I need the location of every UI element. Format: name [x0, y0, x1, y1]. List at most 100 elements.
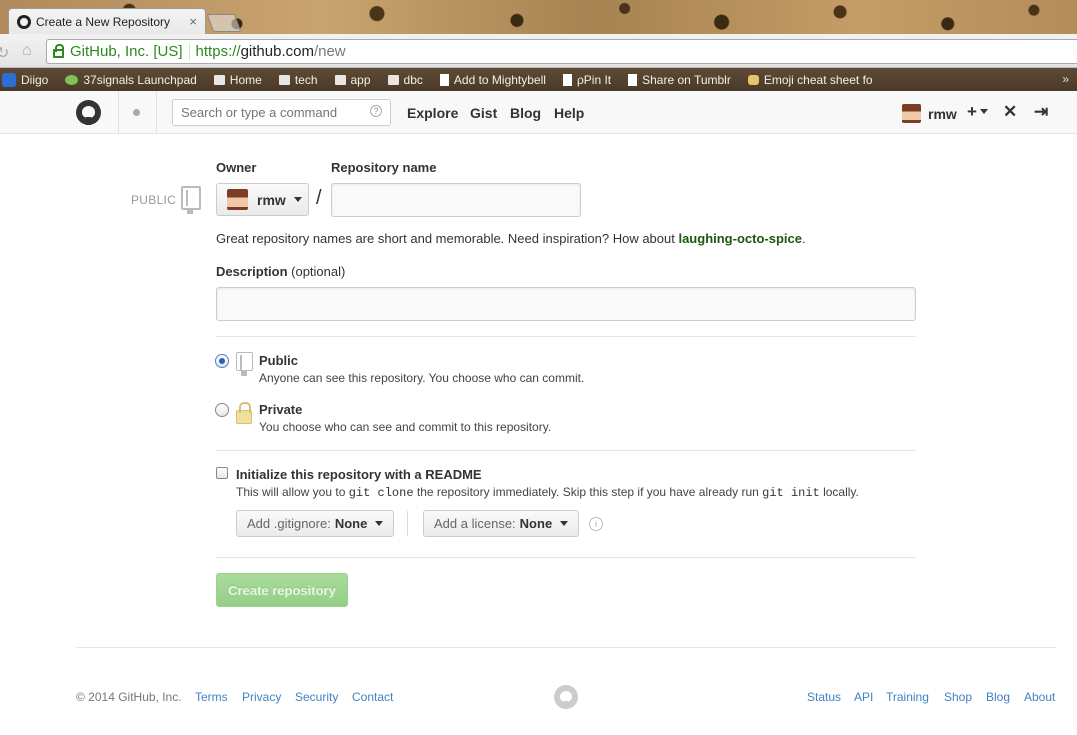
owner-select[interactable]: rmw	[216, 183, 309, 216]
private-option-title[interactable]: Private	[259, 402, 302, 417]
search-input[interactable]	[172, 99, 391, 126]
header-divider	[156, 91, 157, 133]
lock-icon	[236, 402, 252, 424]
browser-toolbar: ↻ ⌂ GitHub, Inc. [US] https://github.com…	[0, 34, 1077, 68]
settings-tools-icon[interactable]: ✕	[1003, 102, 1017, 122]
info-icon[interactable]: i	[589, 517, 603, 531]
bookmark-emoji[interactable]: Emoji cheat sheet fo	[747, 73, 873, 87]
footer-link-about[interactable]: About	[1024, 690, 1055, 704]
notifications-dot-icon[interactable]	[133, 109, 140, 116]
nav-blog[interactable]: Blog	[510, 105, 541, 121]
bookmarks-overflow-icon[interactable]: »	[1062, 72, 1069, 86]
readme-option-title[interactable]: Initialize this repository with a README	[236, 467, 482, 482]
bookmark-tech[interactable]: tech	[278, 73, 318, 87]
sign-out-icon[interactable]: ⇥	[1034, 102, 1048, 122]
readme-checkbox[interactable]	[216, 467, 228, 479]
owner-value: rmw	[257, 191, 286, 208]
folder-icon	[213, 74, 225, 85]
bookmark-pin-it[interactable]: ρPin It	[562, 73, 611, 87]
site-header: ? Explore Gist Blog Help rmw + ✕ ⇥	[0, 91, 1077, 134]
diigo-icon	[2, 72, 16, 87]
ev-org-name: GitHub, Inc. [US]	[70, 43, 183, 60]
visibility-badge: PUBLIC	[131, 193, 177, 207]
private-radio[interactable]	[215, 403, 229, 417]
name-suggestion-hint: Great repository names are short and mem…	[216, 231, 806, 246]
repo-icon	[236, 352, 253, 376]
gitignore-select[interactable]: Add .gitignore: None	[236, 510, 395, 537]
bookmark-dbc[interactable]: dbc	[387, 73, 423, 87]
owner-repo-separator: /	[316, 187, 322, 209]
suggested-name-link[interactable]: laughing-octo-spice	[678, 231, 802, 246]
new-tab-button[interactable]	[206, 14, 242, 32]
description-label: Description (optional)	[216, 264, 346, 279]
bookmark-mightybell[interactable]: Add to Mightybell	[439, 73, 546, 87]
nav-gist[interactable]: Gist	[470, 105, 497, 121]
owner-label: Owner	[216, 160, 257, 175]
username: rmw	[928, 105, 957, 122]
license-select[interactable]: Add a license: None	[423, 510, 580, 537]
tab-title: Create a New Repository	[36, 14, 171, 29]
footer-link-contact[interactable]: Contact	[352, 690, 393, 704]
reload-icon[interactable]: ↻	[0, 43, 9, 63]
footer-divider	[76, 647, 1056, 648]
footer-link-shop[interactable]: Shop	[944, 690, 972, 704]
repo-icon	[181, 186, 201, 214]
user-menu[interactable]: rmw	[902, 104, 957, 123]
bookmark-37signals[interactable]: 37signals Launchpad	[65, 73, 197, 87]
footer-link-blog[interactable]: Blog	[986, 690, 1010, 704]
avatar	[902, 104, 921, 123]
thumbs-up-icon	[747, 74, 759, 85]
bookmark-home[interactable]: Home	[213, 73, 262, 87]
launchpad-icon	[65, 74, 79, 85]
bookmark-diigo[interactable]: Diigo	[2, 72, 48, 87]
folder-icon	[334, 74, 346, 85]
url-text[interactable]: https://github.com/new	[196, 43, 346, 60]
folder-icon	[278, 74, 290, 85]
bookmark-tumblr[interactable]: Share on Tumblr	[628, 73, 731, 87]
ev-certificate-badge[interactable]: GitHub, Inc. [US]	[53, 43, 190, 60]
browser-tab[interactable]: Create a New Repository ×	[8, 8, 206, 34]
search-help-icon[interactable]: ?	[370, 105, 382, 117]
readme-option-desc: This will allow you to git clone the rep…	[236, 485, 859, 500]
private-option-desc: You choose who can see and commit to thi…	[259, 420, 552, 434]
bookmark-app[interactable]: app	[334, 73, 371, 87]
public-option-title[interactable]: Public	[259, 353, 298, 368]
github-favicon-icon	[17, 14, 31, 29]
description-input[interactable]	[216, 287, 916, 321]
nav-explore[interactable]: Explore	[407, 105, 458, 121]
footer-link-privacy[interactable]: Privacy	[242, 690, 281, 704]
chevron-down-icon	[560, 521, 569, 526]
browser-tab-strip: Create a New Repository ×	[0, 0, 1077, 34]
create-repository-button[interactable]: Create repository	[216, 573, 348, 607]
tab-close-icon[interactable]: ×	[189, 14, 197, 29]
divider	[216, 336, 916, 337]
footer-link-training[interactable]: Training	[886, 690, 929, 704]
header-divider	[118, 91, 119, 133]
github-logo-icon[interactable]	[76, 100, 101, 125]
address-bar[interactable]: GitHub, Inc. [US] https://github.com/new	[46, 39, 1077, 64]
page-icon	[439, 73, 449, 86]
footer-link-security[interactable]: Security	[295, 690, 338, 704]
footer-link-api[interactable]: API	[854, 690, 873, 704]
footer-link-terms[interactable]: Terms	[195, 690, 228, 704]
create-new-icon[interactable]: +	[967, 102, 988, 122]
public-radio[interactable]	[215, 354, 229, 368]
bookmarks-bar: Diigo 37signals Launchpad Home tech app …	[0, 68, 1077, 91]
avatar	[227, 189, 248, 210]
public-option-desc: Anyone can see this repository. You choo…	[259, 371, 585, 385]
page-icon	[562, 73, 572, 86]
divider	[407, 511, 408, 536]
repo-name-input[interactable]	[331, 183, 581, 217]
folder-icon	[387, 74, 399, 85]
divider	[216, 557, 916, 558]
nav-help[interactable]: Help	[554, 105, 584, 121]
footer-link-status[interactable]: Status	[807, 690, 841, 704]
page-icon	[628, 73, 638, 86]
home-icon[interactable]: ⌂	[22, 42, 32, 60]
github-logo-icon[interactable]	[554, 685, 578, 709]
copyright: © 2014 GitHub, Inc.	[76, 690, 182, 704]
divider	[216, 450, 916, 451]
chevron-down-icon	[293, 197, 302, 202]
repo-name-label: Repository name	[331, 160, 437, 175]
chevron-down-icon	[375, 521, 384, 526]
